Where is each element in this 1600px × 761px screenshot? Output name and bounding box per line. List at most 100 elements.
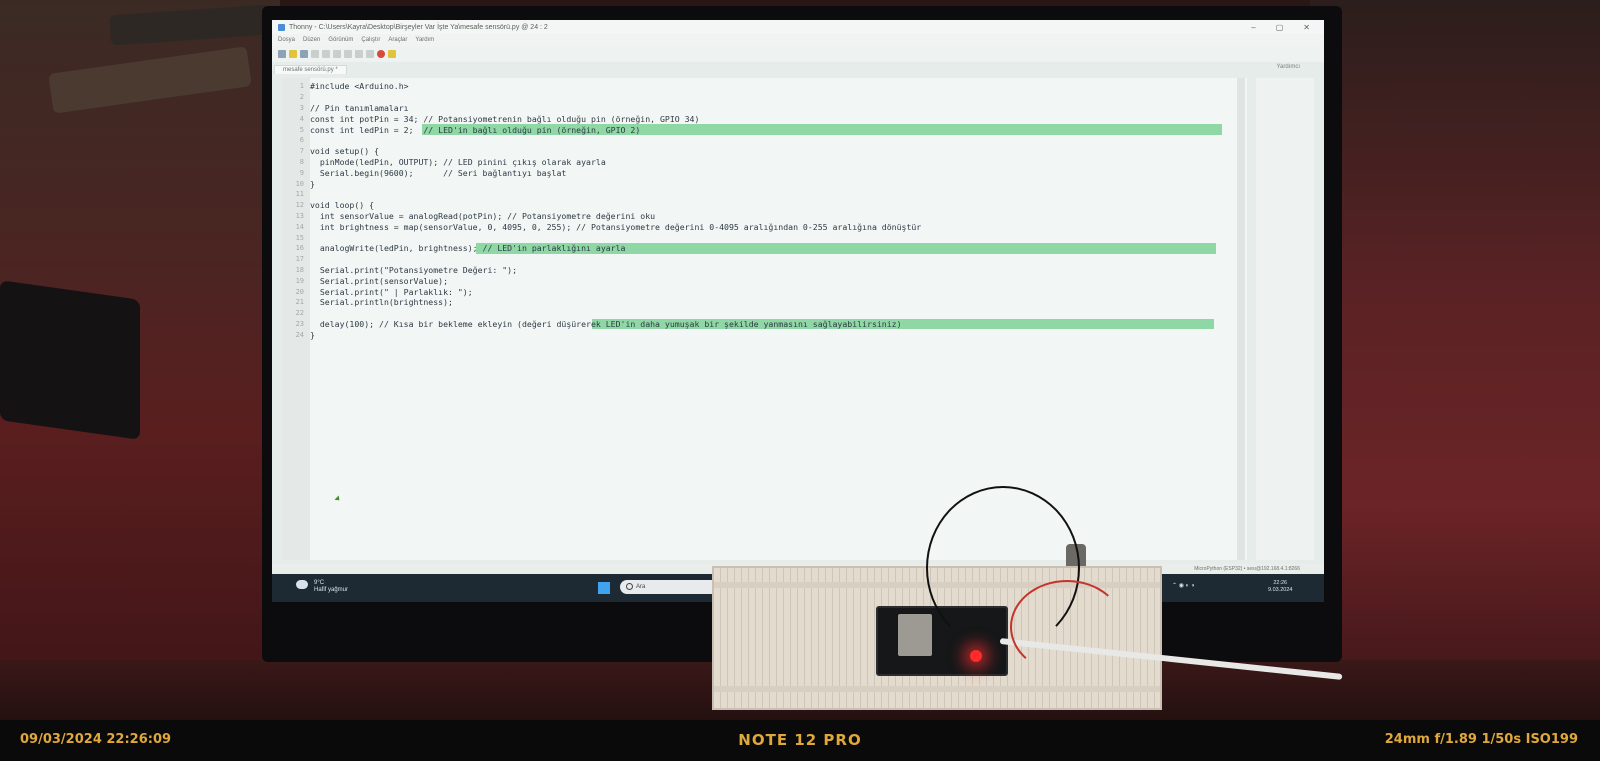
line-number: 14 <box>295 222 304 231</box>
line-number: 23 <box>295 319 304 328</box>
taskbar-clock[interactable]: 22:26 9.03.2024 <box>1268 580 1292 594</box>
code-text: Serial.print(sensorValue); <box>310 275 449 286</box>
toolbar <box>272 46 1324 62</box>
code-line[interactable]: 13 int sensorValue = analogRead(potPin);… <box>282 211 1247 222</box>
step-out-icon[interactable] <box>355 50 363 58</box>
step-over-icon[interactable] <box>333 50 341 58</box>
interpreter-status[interactable]: MicroPython (ESP32) • sesı@192.168.4.1:8… <box>1194 566 1300 572</box>
maximize-button[interactable]: ▢ <box>1276 23 1284 32</box>
resume-icon[interactable] <box>366 50 374 58</box>
line-number: 12 <box>295 201 304 210</box>
code-line[interactable]: 18 Serial.print("Potansiyometre Değeri: … <box>282 265 1247 276</box>
clock-date: 9.03.2024 <box>1268 587 1293 593</box>
code-line[interactable]: 8 pinMode(ledPin, OUTPUT); // LED pinini… <box>282 157 1247 168</box>
code-line[interactable]: 5 const int ledPin = 2; // LED'in bağlı o… <box>282 124 1247 135</box>
code-editor[interactable]: 1 #include <Arduino.h> 2 3 // Pin tanımlamal… <box>282 78 1247 560</box>
editor-scrollbar[interactable] <box>1237 78 1245 560</box>
code-text: #include <Arduino.h> <box>310 81 409 92</box>
monitor-screen: Thonny - C:\Users\Kayra\Desktop\Birşeyle… <box>272 20 1324 602</box>
system-tray[interactable]: ⌃ ◉ ◐ ◑ <box>1172 582 1195 589</box>
tab-assistant[interactable]: Yardımcı <box>1276 64 1300 70</box>
code-line[interactable]: 17 <box>282 254 1247 265</box>
line-number: 10 <box>295 179 304 188</box>
code-line[interactable]: 4 const int potPin = 34; // Potansiyometr… <box>282 113 1247 124</box>
line-number: 8 <box>299 157 304 166</box>
weather-widget[interactable]: 9°C Hafif yağmur <box>314 580 348 594</box>
menu-gorunum[interactable]: Görünüm <box>328 37 353 43</box>
red-led <box>970 650 982 662</box>
camera-exposure: 24mm f/1.89 1/50s ISO199 <box>1384 732 1578 747</box>
code-line[interactable]: 15 <box>282 232 1247 243</box>
line-number: 20 <box>295 287 304 296</box>
code-text: void loop() { <box>310 200 375 211</box>
code-text: pinMode(ledPin, OUTPUT); // LED pinini ç… <box>310 156 606 167</box>
new-file-icon[interactable] <box>278 50 286 58</box>
code-text: int brightness = map(sensorValue, 0, 409… <box>310 221 922 232</box>
tab-mesafe-sensoru[interactable]: mesafe sensörü.py * <box>274 65 347 74</box>
code-line[interactable]: 10} <box>282 178 1247 189</box>
code-line[interactable]: 22 <box>282 308 1247 319</box>
code-line[interactable]: 3 // Pin tanımlamaları <box>282 103 1247 114</box>
line-number: 7 <box>299 147 304 156</box>
step-into-icon[interactable] <box>344 50 352 58</box>
taskbar-search[interactable]: Ara <box>620 580 726 594</box>
esp32-module <box>898 614 932 656</box>
line-number: 19 <box>295 276 304 285</box>
run-icon[interactable] <box>311 50 319 58</box>
menu-araclar[interactable]: Araçlar <box>388 37 407 43</box>
minimize-button[interactable]: – <box>1251 23 1255 32</box>
code-text: Serial.print("Potansiyometre Değeri: "); <box>310 264 518 275</box>
clock-time: 22:26 <box>1273 580 1288 586</box>
debug-icon[interactable] <box>322 50 330 58</box>
code-line[interactable]: 20 Serial.print(" | Parlaklık: "); <box>282 286 1247 297</box>
menu-yardim[interactable]: Yardım <box>415 37 434 43</box>
code-line[interactable]: 11 <box>282 189 1247 200</box>
code-line[interactable]: 23 delay(100); // Kısa bir bekleme ekley… <box>282 318 1247 330</box>
search-placeholder: Ara <box>636 584 646 590</box>
code-text: Serial.println(brightness); <box>310 297 453 308</box>
cloud-rain-icon[interactable] <box>296 580 308 589</box>
code-text: } <box>310 178 315 189</box>
line-number: 1 <box>299 82 304 91</box>
code-lines: 1 #include <Arduino.h> 2 3 // Pin tanımlamal… <box>282 81 1247 340</box>
code-text: const int potPin = 34; // Potansiyometre… <box>310 113 700 124</box>
weather-desc: Hafif yağmur <box>314 587 349 593</box>
code-line[interactable]: 7 void setup() { <box>282 146 1247 157</box>
save-icon[interactable] <box>300 50 308 58</box>
code-line[interactable]: 16 analogWrite(ledPin, brightness); // L… <box>282 242 1247 254</box>
menu-calistir[interactable]: Çalıştır <box>361 37 380 43</box>
stop-icon[interactable] <box>377 50 385 58</box>
code-line[interactable]: 12 void loop() { <box>282 200 1247 211</box>
code-text: void setup() { <box>310 146 380 157</box>
line-number: 21 <box>295 298 304 307</box>
code-text: const int ledPin = 2; // LED'in bağlı ol… <box>310 124 641 135</box>
line-number: 5 <box>299 125 304 134</box>
thonny-app-icon <box>278 23 285 31</box>
code-line[interactable]: 24} <box>282 329 1247 340</box>
menu-dosya[interactable]: Dosya <box>278 37 295 43</box>
flag-icon[interactable] <box>388 50 396 58</box>
code-line[interactable]: 9 Serial.begin(9600); // Seri bağlantıyı… <box>282 167 1247 178</box>
window-controls: – ▢ ✕ <box>1251 23 1324 32</box>
line-number: 18 <box>295 265 304 274</box>
windows-start-icon[interactable] <box>598 582 610 594</box>
code-line[interactable]: 6 <box>282 135 1247 146</box>
code-line[interactable]: 1 #include <Arduino.h> <box>282 81 1247 92</box>
code-line[interactable]: 21 Serial.println(brightness); <box>282 297 1247 308</box>
close-button[interactable]: ✕ <box>1303 23 1310 32</box>
code-text: } <box>310 329 315 340</box>
code-line[interactable]: 14 int brightness = map(sensorValue, 0, … <box>282 221 1247 232</box>
code-line[interactable]: 19 Serial.print(sensorValue); <box>282 275 1247 286</box>
code-text: Serial.begin(9600); // Seri bağlantıyı b… <box>310 167 567 178</box>
code-text: int sensorValue = analogRead(potPin); //… <box>310 210 656 221</box>
weather-temp: 9°C <box>314 580 325 586</box>
line-number: 24 <box>295 330 304 339</box>
code-line[interactable]: 2 <box>282 92 1247 103</box>
line-number: 22 <box>295 309 304 318</box>
line-number: 2 <box>299 93 304 102</box>
line-number: 9 <box>299 168 304 177</box>
menu-bar: Dosya Düzen Görünüm Çalıştır Araçlar Yar… <box>272 34 1324 46</box>
menu-duzen[interactable]: Düzen <box>303 37 320 43</box>
open-file-icon[interactable] <box>289 50 297 58</box>
window-title: Thonny - C:\Users\Kayra\Desktop\Birşeyle… <box>289 23 548 31</box>
